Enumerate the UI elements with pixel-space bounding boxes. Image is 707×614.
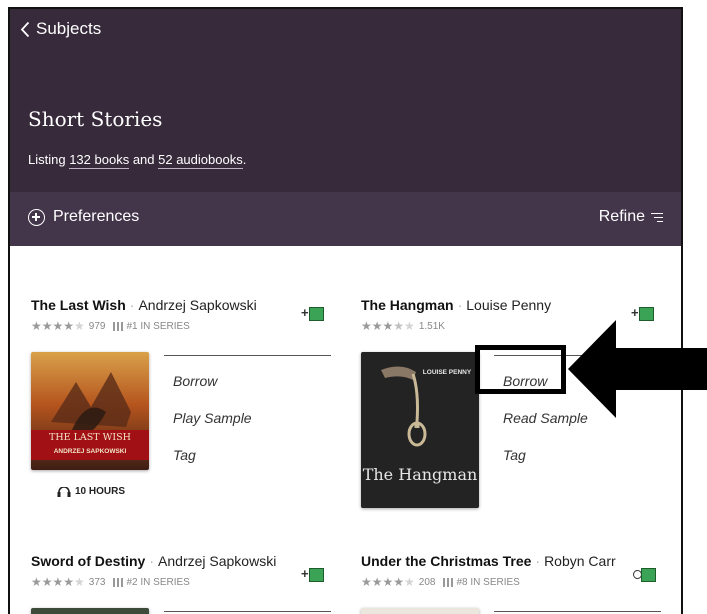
listing-summary: Listing 132 books and 52 audiobooks. [28,152,247,169]
add-to-list-button[interactable]: + [301,566,325,584]
book-cover-sword-of-destiny[interactable] [31,608,149,614]
tag-action[interactable]: Tag [503,447,526,463]
wishlist-icon [641,568,656,582]
play-sample-action[interactable]: Play Sample [173,410,252,426]
book-heading: Sword of Destiny · Andrzej Sapkowski [31,553,277,569]
duration-label: 10 HOURS [75,486,126,497]
series-icon [113,321,124,331]
book-heading: Under the Christmas Tree · Robyn Carr [361,553,616,569]
divider [164,611,331,612]
book-cover-last-wish[interactable]: THE LAST WISH ANDRZEJ SAPKOWSKI [31,352,149,470]
audiobooks-link[interactable]: 52 audiobooks [158,152,243,169]
borrow-action[interactable]: Borrow [173,373,217,389]
back-label: Subjects [36,19,102,38]
filter-icon [651,212,663,223]
book-title-link[interactable]: Sword of Destiny [31,553,145,569]
book-cover-under-the-christmas-tree[interactable] [361,608,479,614]
divider [164,355,331,356]
duration-badge: 10 HOURS [57,486,125,497]
preferences-label: Preferences [53,208,140,225]
app-frame: Subjects Short Stories Listing 132 books… [8,7,683,614]
chevron-left-icon [20,21,30,37]
book-title-link[interactable]: The Hangman [361,297,454,313]
series-label: #2 IN SERIES [126,576,190,588]
book-card-under-the-christmas-tree: Under the Christmas Tree · Robyn Carr ★★★★… [361,553,666,614]
series-label: #8 IN SERIES [456,576,520,588]
book-meta: ★★★★★ 979 #1 IN SERIES [31,319,190,333]
on-hold-button[interactable] [633,566,657,584]
book-meta: ★★★★★ 373 #2 IN SERIES [31,575,190,589]
book-heading: The Hangman · Louise Penny [361,297,552,313]
listing-middle: and [129,152,159,167]
plus-icon: + [301,566,309,581]
subject-header: Subjects Short Stories Listing 132 books… [10,9,681,192]
wishlist-icon [309,307,324,321]
series-icon [113,577,124,587]
add-to-list-button[interactable]: + [301,305,325,323]
rating-stars: ★★★★★ [361,319,415,333]
listing-suffix: . [242,152,247,167]
rating-count: 208 [418,576,436,588]
rating-stars: ★★★★★ [31,319,85,333]
left-arrow-icon [568,320,707,418]
cover-author: ANDRZEJ SAPKOWSKI [54,448,127,455]
cover-art: LOUISE PENNY The Hangman [361,352,479,508]
series-label: #1 IN SERIES [126,320,190,332]
wishlist-icon [639,307,654,321]
refine-button[interactable]: Refine [599,208,663,226]
tag-action[interactable]: Tag [173,447,196,463]
book-cover-hangman[interactable]: LOUISE PENNY The Hangman [361,352,479,508]
rating-count: 1.51K [418,320,445,332]
page-title: Short Stories [28,107,163,131]
cover-title: The Hangman [363,465,478,484]
book-author-link[interactable]: Robyn Carr [544,553,616,569]
plus-circle-icon [28,208,45,226]
book-heading: The Last Wish · Andrzej Sapkowski [31,297,257,313]
preferences-bar: Preferences Refine [10,192,681,246]
wishlist-icon [309,568,324,582]
divider [494,611,661,612]
books-link[interactable]: 132 books [69,152,130,169]
cover-title: THE LAST WISH [49,432,131,443]
book-meta: ★★★★★ 1.51K [361,319,445,333]
listing-prefix: Listing [28,152,70,167]
book-author-link[interactable]: Andrzej Sapkowski [138,297,256,313]
book-title-link[interactable]: The Last Wish [31,297,126,313]
book-author-link[interactable]: Louise Penny [466,297,551,313]
plus-icon: + [301,305,309,320]
plus-icon: + [631,305,639,320]
rating-count: 373 [88,576,106,588]
book-card-last-wish: The Last Wish · Andrzej Sapkowski ★★★★★ 97… [31,297,331,507]
series-icon [443,577,454,587]
cover-author: LOUISE PENNY [423,369,472,376]
refine-label: Refine [598,208,645,225]
rating-stars: ★★★★★ [31,575,85,589]
headphones-icon [57,486,71,497]
book-title-link[interactable]: Under the Christmas Tree [361,553,531,569]
rating-stars: ★★★★★ [361,575,415,589]
book-author-link[interactable]: Andrzej Sapkowski [158,553,276,569]
book-meta: ★★★★★ 208 #8 IN SERIES [361,575,520,589]
highlight-box [475,345,566,394]
cover-art: THE LAST WISH ANDRZEJ SAPKOWSKI [31,352,149,470]
preferences-button[interactable]: Preferences [28,208,139,226]
rating-count: 979 [88,320,106,332]
back-button[interactable]: Subjects [20,19,101,39]
book-card-sword-of-destiny: Sword of Destiny · Andrzej Sapkowski ★★★★★… [31,553,331,614]
